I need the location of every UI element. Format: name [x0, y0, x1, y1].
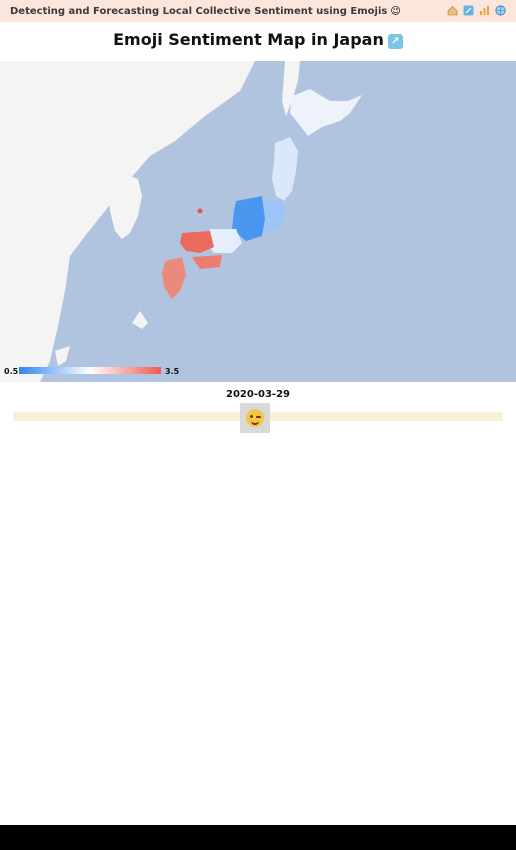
legend-max-label: 3.5 — [165, 367, 180, 376]
map-emoji-icon[interactable] — [462, 4, 474, 16]
legend-min-label: 0.5 — [4, 367, 19, 376]
globe-emoji-icon[interactable] — [494, 4, 506, 16]
winking-face-icon — [246, 409, 264, 427]
top-bar: Detecting and Forecasting Local Collecti… — [0, 0, 516, 22]
oki-islands — [197, 208, 203, 214]
page-title-text: Emoji Sentiment Map in Japan — [113, 30, 384, 49]
timeline-slider-handle[interactable] — [240, 403, 270, 433]
page-title: Emoji Sentiment Map in Japan ↗ — [0, 30, 516, 49]
map-of-japan-icon: ↗ — [387, 34, 403, 49]
bottom-bar — [0, 825, 516, 850]
legend-gradient-bar — [19, 367, 161, 374]
site-title-emoji: 😉 — [390, 5, 401, 17]
chart-emoji-icon[interactable] — [478, 4, 490, 16]
sentiment-map[interactable]: 0.5 3.5 — [0, 61, 516, 382]
nav-icons — [446, 4, 506, 16]
timeline-date-label: 2020-03-29 — [226, 389, 290, 400]
home-emoji-icon[interactable] — [446, 4, 458, 16]
site-title: Detecting and Forecasting Local Collecti… — [10, 5, 388, 17]
